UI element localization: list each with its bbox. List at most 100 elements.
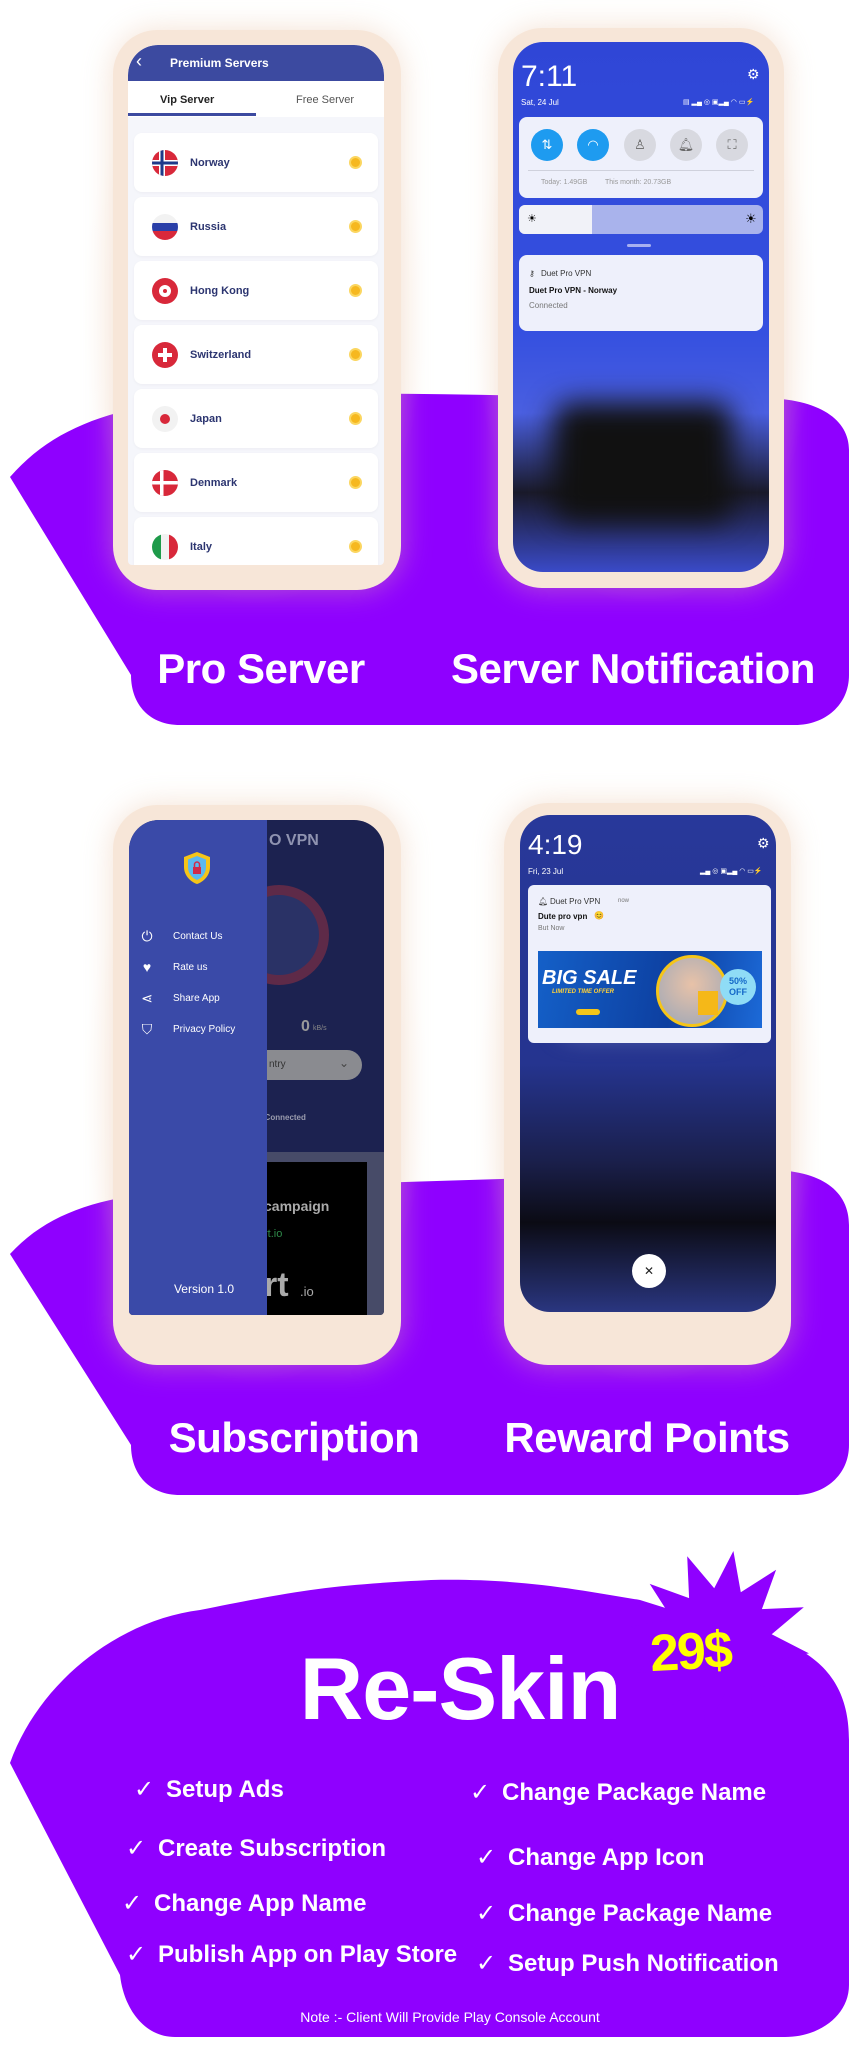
server-item[interactable]: Russia (134, 197, 378, 256)
app-title-partial: O VPN (269, 832, 319, 849)
server-name: Hong Kong (190, 284, 250, 297)
date: Fri, 23 Jul (528, 867, 564, 876)
server-item[interactable]: Denmark (134, 453, 378, 512)
check-icon: ✓ (134, 1776, 155, 1803)
vpn-notification[interactable]: ⚷ Duet Pro VPN Duet Pro VPN - Norway Con… (519, 255, 763, 331)
check-icon: ✓ (476, 1844, 497, 1871)
notification-title: Duet Pro VPN - Norway (529, 286, 618, 295)
feature-item: ✓ Change Package Name (470, 1778, 766, 1807)
country-selector-label: ntry (269, 1059, 286, 1070)
feature-item: ✓ Change Package Name (476, 1899, 772, 1928)
japan-flag-icon (152, 405, 178, 432)
discount-badge: 50% OFF (720, 969, 756, 1005)
norway-flag-icon (152, 149, 178, 176)
date: Sat, 24 Jul (521, 98, 559, 107)
drawer-item-label: Share App (173, 993, 220, 1004)
crown-coin-icon (349, 348, 362, 361)
server-item[interactable]: Switzerland (134, 325, 378, 384)
tab-vip-server[interactable]: Vip Server (160, 94, 214, 106)
tab-indicator (128, 113, 256, 116)
feature-item: ✓ Change App Icon (476, 1843, 704, 1872)
settings-icon[interactable]: ⚙ (757, 835, 770, 852)
promo-notification[interactable]: 🔔︎ Duet Pro VPN now Dute pro vpn 😊 But N… (528, 885, 771, 1043)
server-item[interactable]: Japan (134, 389, 378, 448)
ad-logo-suffix: .io (300, 1284, 314, 1299)
feature-label: Publish App on Play Store (158, 1941, 458, 1968)
ad-text: campaign (264, 1198, 330, 1214)
navigation-drawer: ⏻ Contact Us ♥ Rate us ⋖ Share App ⛉ Privacy Po… (129, 820, 267, 1315)
mobile-data-toggle[interactable]: ⇅ (531, 129, 563, 161)
server-item[interactable]: Italy (134, 517, 378, 565)
drawer-item-privacy-policy[interactable]: ⛉ Privacy Policy (129, 1021, 236, 1038)
switzerland-flag-icon (152, 341, 178, 368)
feature-item: ✓ Setup Push Notification (476, 1949, 779, 1978)
notification-app: Duet Pro VPN (541, 269, 592, 278)
server-name: Denmark (190, 476, 238, 489)
server-name: Russia (190, 220, 227, 233)
brightness-slider[interactable]: ☀ ☀ (519, 205, 763, 234)
server-item[interactable]: Hong Kong (134, 261, 378, 320)
status-icons: ▤ ▂▄ ◎ ▣▂▄ ◠ ▭⚡ (683, 99, 755, 106)
drawer-item-share-app[interactable]: ⋖ Share App (129, 990, 220, 1007)
power-icon: ⏻ (141, 928, 153, 944)
drawer-item-label: Privacy Policy (173, 1024, 236, 1035)
shield-lock-logo (184, 852, 210, 884)
check-icon: ✓ (126, 1941, 147, 1968)
feature-label: Change Package Name (502, 1779, 767, 1806)
banner-headline: BIG SALE (542, 967, 637, 989)
wifi-toggle[interactable]: ◠ (577, 129, 609, 161)
data-usage-today: Today: 1.49GB (541, 179, 588, 186)
caption-pro-server: Pro Server (157, 645, 365, 692)
share-icon: ⋖ (141, 990, 153, 1006)
check-icon: ✓ (122, 1890, 143, 1917)
brightness-high-icon: ☀ (745, 211, 757, 226)
italy-flag-icon (152, 533, 178, 560)
server-name: Norway (190, 156, 230, 169)
drawer-item-rate-us[interactable]: ♥ Rate us (129, 959, 208, 975)
feature-label: Change App Name (154, 1890, 367, 1917)
notification-time: now (618, 898, 630, 904)
server-name: Switzerland (190, 348, 252, 361)
bell-toggle[interactable]: 🔔︎ (670, 129, 702, 161)
crown-coin-icon (349, 284, 362, 297)
server-list: Norway Russia Hong Kong Switzerland Japan Den… (130, 133, 382, 565)
denmark-flag-icon (152, 469, 178, 496)
push-notification-screen: 4:19 ⚙ Fri, 23 Jul ▂▄ ◎ ▣▂▄ ◠ ▭⚡ 🔔︎ Duet… (520, 815, 776, 1312)
tab-free-server[interactable]: Free Server (296, 94, 354, 106)
key-icon: ⚷ (529, 269, 535, 278)
crown-coin-icon (349, 412, 362, 425)
caption-server-notification: Server Notification (451, 645, 815, 692)
shade-handle[interactable] (627, 244, 651, 247)
drawer-item-contact-us[interactable]: ⏻ Contact Us (129, 928, 222, 945)
notification-shade-screen: 7:11 ⚙ Sat, 24 Jul ▤ ▂▄ ◎ ▣▂▄ ◠ ▭⚡ ⇅ ◠ ♙… (513, 42, 769, 572)
feature-item: ✓ Change App Name (122, 1889, 366, 1918)
emoji-icon: 😊 (594, 911, 604, 920)
crown-coin-icon (349, 156, 362, 169)
feature-item: ✓ Setup Ads (134, 1775, 284, 1804)
app-version: Version 1.0 (173, 1282, 235, 1296)
banner-sub: LIMITED TIME OFFER (552, 989, 614, 995)
russia-flag-icon (152, 213, 178, 240)
server-name: Japan (190, 412, 222, 425)
server-item[interactable]: Norway (134, 133, 378, 192)
caption-reward-points: Reward Points (504, 1414, 790, 1461)
flashlight-toggle[interactable]: ♙ (624, 129, 656, 161)
settings-icon[interactable]: ⚙ (747, 66, 760, 83)
feature-label: Setup Ads (166, 1776, 284, 1803)
crown-coin-icon (349, 540, 362, 553)
badge-percent: 50% (728, 976, 747, 986)
back-icon[interactable]: ‹ (136, 51, 142, 72)
quick-settings-panel: ⇅ ◠ ♙ 🔔︎ ⛶ Today: 1.49GB This month: 20.… (519, 117, 763, 198)
screenshot-toggle[interactable]: ⛶ (716, 129, 748, 161)
caption-subscription: Subscription (168, 1414, 420, 1461)
sale-banner-image: BIG SALE LIMITED TIME OFFER 50% OFF (538, 951, 762, 1028)
close-button[interactable]: ✕ (632, 1254, 666, 1288)
hong-kong-flag-icon (152, 277, 178, 304)
price-tag: 29$ (648, 1620, 733, 1684)
server-name: Italy (190, 540, 213, 553)
bell-icon: 🔔︎ (538, 897, 549, 906)
clock: 7:11 (521, 60, 578, 93)
check-icon: ✓ (476, 1900, 497, 1927)
feature-label: Change App Icon (508, 1844, 705, 1871)
drawer-screen: O VPN 0 kB/s ntry ⌄ Not Connected campai… (129, 820, 384, 1315)
